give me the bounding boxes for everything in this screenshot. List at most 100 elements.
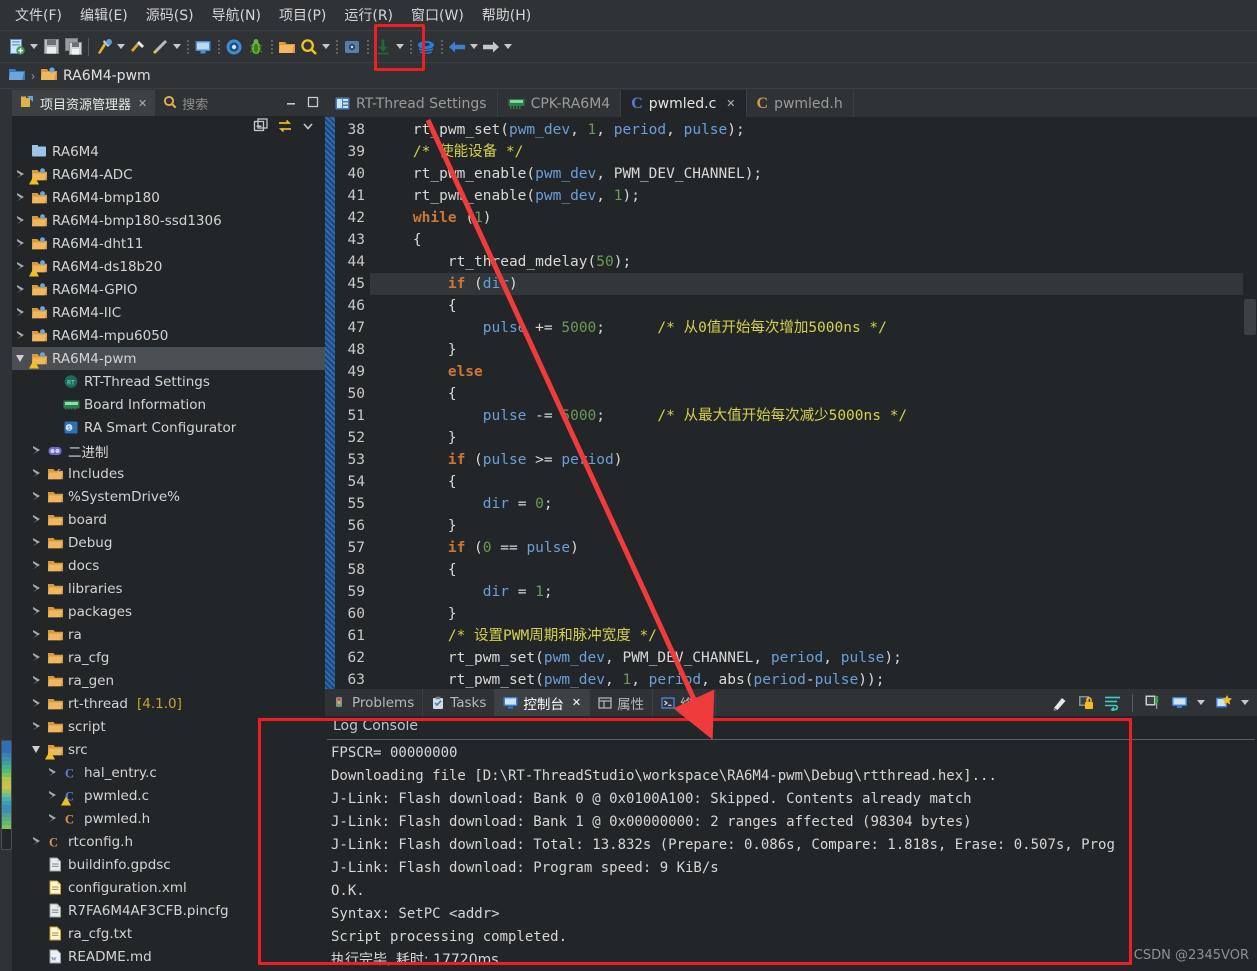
code-line[interactable]: /* 使能设备 */ [378, 141, 1257, 163]
code-line[interactable]: rt_pwm_enable(pwm_dev, PWM_DEV_CHANNEL); [378, 163, 1257, 185]
code-line[interactable]: { [378, 383, 1257, 405]
download-icon[interactable] [372, 36, 394, 58]
chevron-right-icon[interactable] [30, 554, 42, 577]
breadcrumb-project-label[interactable]: RA6M4-pwm [63, 68, 151, 84]
menu-edit[interactable]: 编辑(E) [71, 2, 137, 28]
tree-item[interactable]: RA6M4-bmp180-ssd1306 [12, 209, 325, 232]
menu-source[interactable]: 源码(S) [137, 2, 203, 28]
tree-item[interactable]: board [12, 508, 325, 531]
chevron-right-icon[interactable] [30, 531, 42, 554]
chevron-right-icon[interactable] [14, 255, 26, 278]
chevron-right-icon[interactable] [14, 232, 26, 255]
code-line[interactable]: { [378, 295, 1257, 317]
toolbar-drag-handle-6[interactable] [408, 37, 413, 57]
new-project-dropdown-caret[interactable] [28, 36, 40, 58]
chevron-right-icon[interactable] [30, 715, 42, 738]
code-line[interactable]: rt_pwm_set(pwm_dev, PWM_DEV_CHANNEL, per… [378, 647, 1257, 669]
back-dropdown-caret[interactable] [468, 36, 480, 58]
code-line[interactable]: { [378, 559, 1257, 581]
tree-item[interactable]: c Includes [12, 462, 325, 485]
editor-scrollbar-thumb[interactable] [1244, 299, 1256, 335]
open-console-icon[interactable] [1213, 693, 1233, 713]
close-icon[interactable]: ✕ [138, 97, 147, 110]
debug-icon[interactable] [245, 36, 267, 58]
chevron-right-icon[interactable] [14, 278, 26, 301]
tree-item[interactable]: S RA Smart Configurator [12, 416, 325, 439]
tree-item[interactable]: %SystemDrive% [12, 485, 325, 508]
tree-item[interactable]: Crtconfig.h [12, 830, 325, 853]
tree-item[interactable]: RA6M4-ADC [12, 163, 325, 186]
toolbar-drag-handle-7[interactable] [439, 37, 444, 57]
chevron-right-icon[interactable] [30, 508, 42, 531]
code-line[interactable]: rt_pwm_set(pwm_dev, 1, period, abs(perio… [378, 669, 1257, 689]
word-wrap-icon[interactable] [1102, 693, 1122, 713]
tree-item[interactable]: 二进制 [12, 439, 325, 462]
tree-item[interactable]: RA6M4-IIC [12, 301, 325, 324]
tree-item[interactable]: RA6M4-dht11 [12, 232, 325, 255]
save-all-icon[interactable] [62, 36, 84, 58]
search-dropdown-caret[interactable] [320, 36, 332, 58]
save-icon[interactable] [40, 36, 62, 58]
chevron-right-icon[interactable] [30, 692, 42, 715]
tree-item[interactable]: buildinfo.gpdsc [12, 853, 325, 876]
tree-item[interactable]: RA6M4-ds18b20 [12, 255, 325, 278]
code-line[interactable]: pulse += 5000; /* 从0值开始每次增加5000ns */ [378, 317, 1257, 339]
build-tools-icon[interactable] [93, 36, 115, 58]
code-viewer[interactable]: 38 39 40 41 42 43 44 45 46 47 48 49 50 51 52 53 54 55 56 57… [325, 117, 1257, 689]
tree-item[interactable]: docs [12, 554, 325, 577]
chevron-right-icon[interactable] [30, 669, 42, 692]
toolbar-drag-handle-5[interactable] [365, 37, 370, 57]
tree-item[interactable]: w README.md [12, 945, 325, 968]
chevron-right-icon[interactable] [30, 646, 42, 669]
chevron-right-icon[interactable] [30, 439, 42, 462]
tree-item[interactable]: ra_cfg.txt [12, 922, 325, 945]
minimized-view-indicator[interactable] [1, 740, 12, 850]
chevron-right-icon[interactable] [30, 577, 42, 600]
editor-tab-rt-thread-settings[interactable]: RT-Thread Settings [325, 90, 498, 117]
chevron-right-icon[interactable] [30, 485, 42, 508]
tree-item[interactable]: Cpwmled.c [12, 784, 325, 807]
tree-item[interactable]: ra [12, 623, 325, 646]
source-code-text[interactable]: rt_pwm_set(pwm_dev, 1, period, pulse); /… [370, 117, 1257, 689]
chevron-right-icon[interactable] [30, 830, 42, 853]
new-project-icon[interactable] [6, 36, 28, 58]
editor-tab-pwmled-c[interactable]: Cpwmled.c ✕ [621, 90, 747, 117]
code-line[interactable]: if (pulse >= period) [378, 449, 1257, 471]
console-body[interactable]: Log Console FPSCR= 00000000 Downloading f… [325, 716, 1257, 971]
rtthread-icon[interactable] [415, 36, 437, 58]
forward-icon[interactable] [480, 36, 502, 58]
code-line[interactable]: /* 设置PWM周期和脉冲宽度 */ [378, 625, 1257, 647]
tree-item[interactable]: RA6M4-pwm [12, 347, 325, 370]
settings-icon[interactable] [223, 36, 245, 58]
toolbar-drag-handle[interactable] [185, 37, 190, 57]
code-line[interactable]: dir = 0; [378, 493, 1257, 515]
chevron-right-icon[interactable] [46, 784, 58, 807]
code-line[interactable]: } [378, 339, 1257, 361]
project-tree[interactable]: RA6M4 RA6M4-ADC RA6M4-bmp180 RA6M4-bmp180-s… [12, 138, 325, 971]
search-icon[interactable] [298, 36, 320, 58]
chevron-down-icon[interactable] [14, 347, 26, 370]
console-tab-problems[interactable]: Problems [325, 689, 424, 716]
tree-item[interactable]: RA6M4-GPIO [12, 278, 325, 301]
tree-item[interactable]: Cpwmled.h [12, 807, 325, 830]
tree-item[interactable]: src [12, 738, 325, 761]
tree-item[interactable]: ra_gen [12, 669, 325, 692]
toolbar-drag-handle-3[interactable] [269, 37, 274, 57]
console-tab-terminal[interactable]: 终端 [653, 689, 717, 716]
code-line[interactable]: rt_thread_mdelay(50); [378, 251, 1257, 273]
chevron-right-icon[interactable] [46, 807, 58, 830]
tree-item[interactable]: RA6M4-bmp180 [12, 186, 325, 209]
menu-navigate[interactable]: 导航(N) [203, 2, 270, 28]
close-icon[interactable]: ✕ [726, 97, 735, 110]
tree-item[interactable]: RT RT-Thread Settings [12, 370, 325, 393]
code-line[interactable]: if (dir) [370, 273, 1257, 295]
code-line[interactable]: rt_pwm_enable(pwm_dev, 1); [378, 185, 1257, 207]
clear-console-icon[interactable] [1050, 693, 1070, 713]
tree-item[interactable]: R7FA6M4AF3CFB.pincfg [12, 899, 325, 922]
maximize-icon[interactable] [307, 96, 319, 111]
editor-tab-pwmled-h[interactable]: Cpwmled.h [747, 90, 854, 117]
code-line[interactable]: pulse -= 5000; /* 从最大值开始每次减少5000ns */ [378, 405, 1257, 427]
menu-window[interactable]: 窗口(W) [402, 2, 473, 28]
code-line[interactable]: dir = 1; [378, 581, 1257, 603]
package-icon[interactable] [341, 36, 363, 58]
